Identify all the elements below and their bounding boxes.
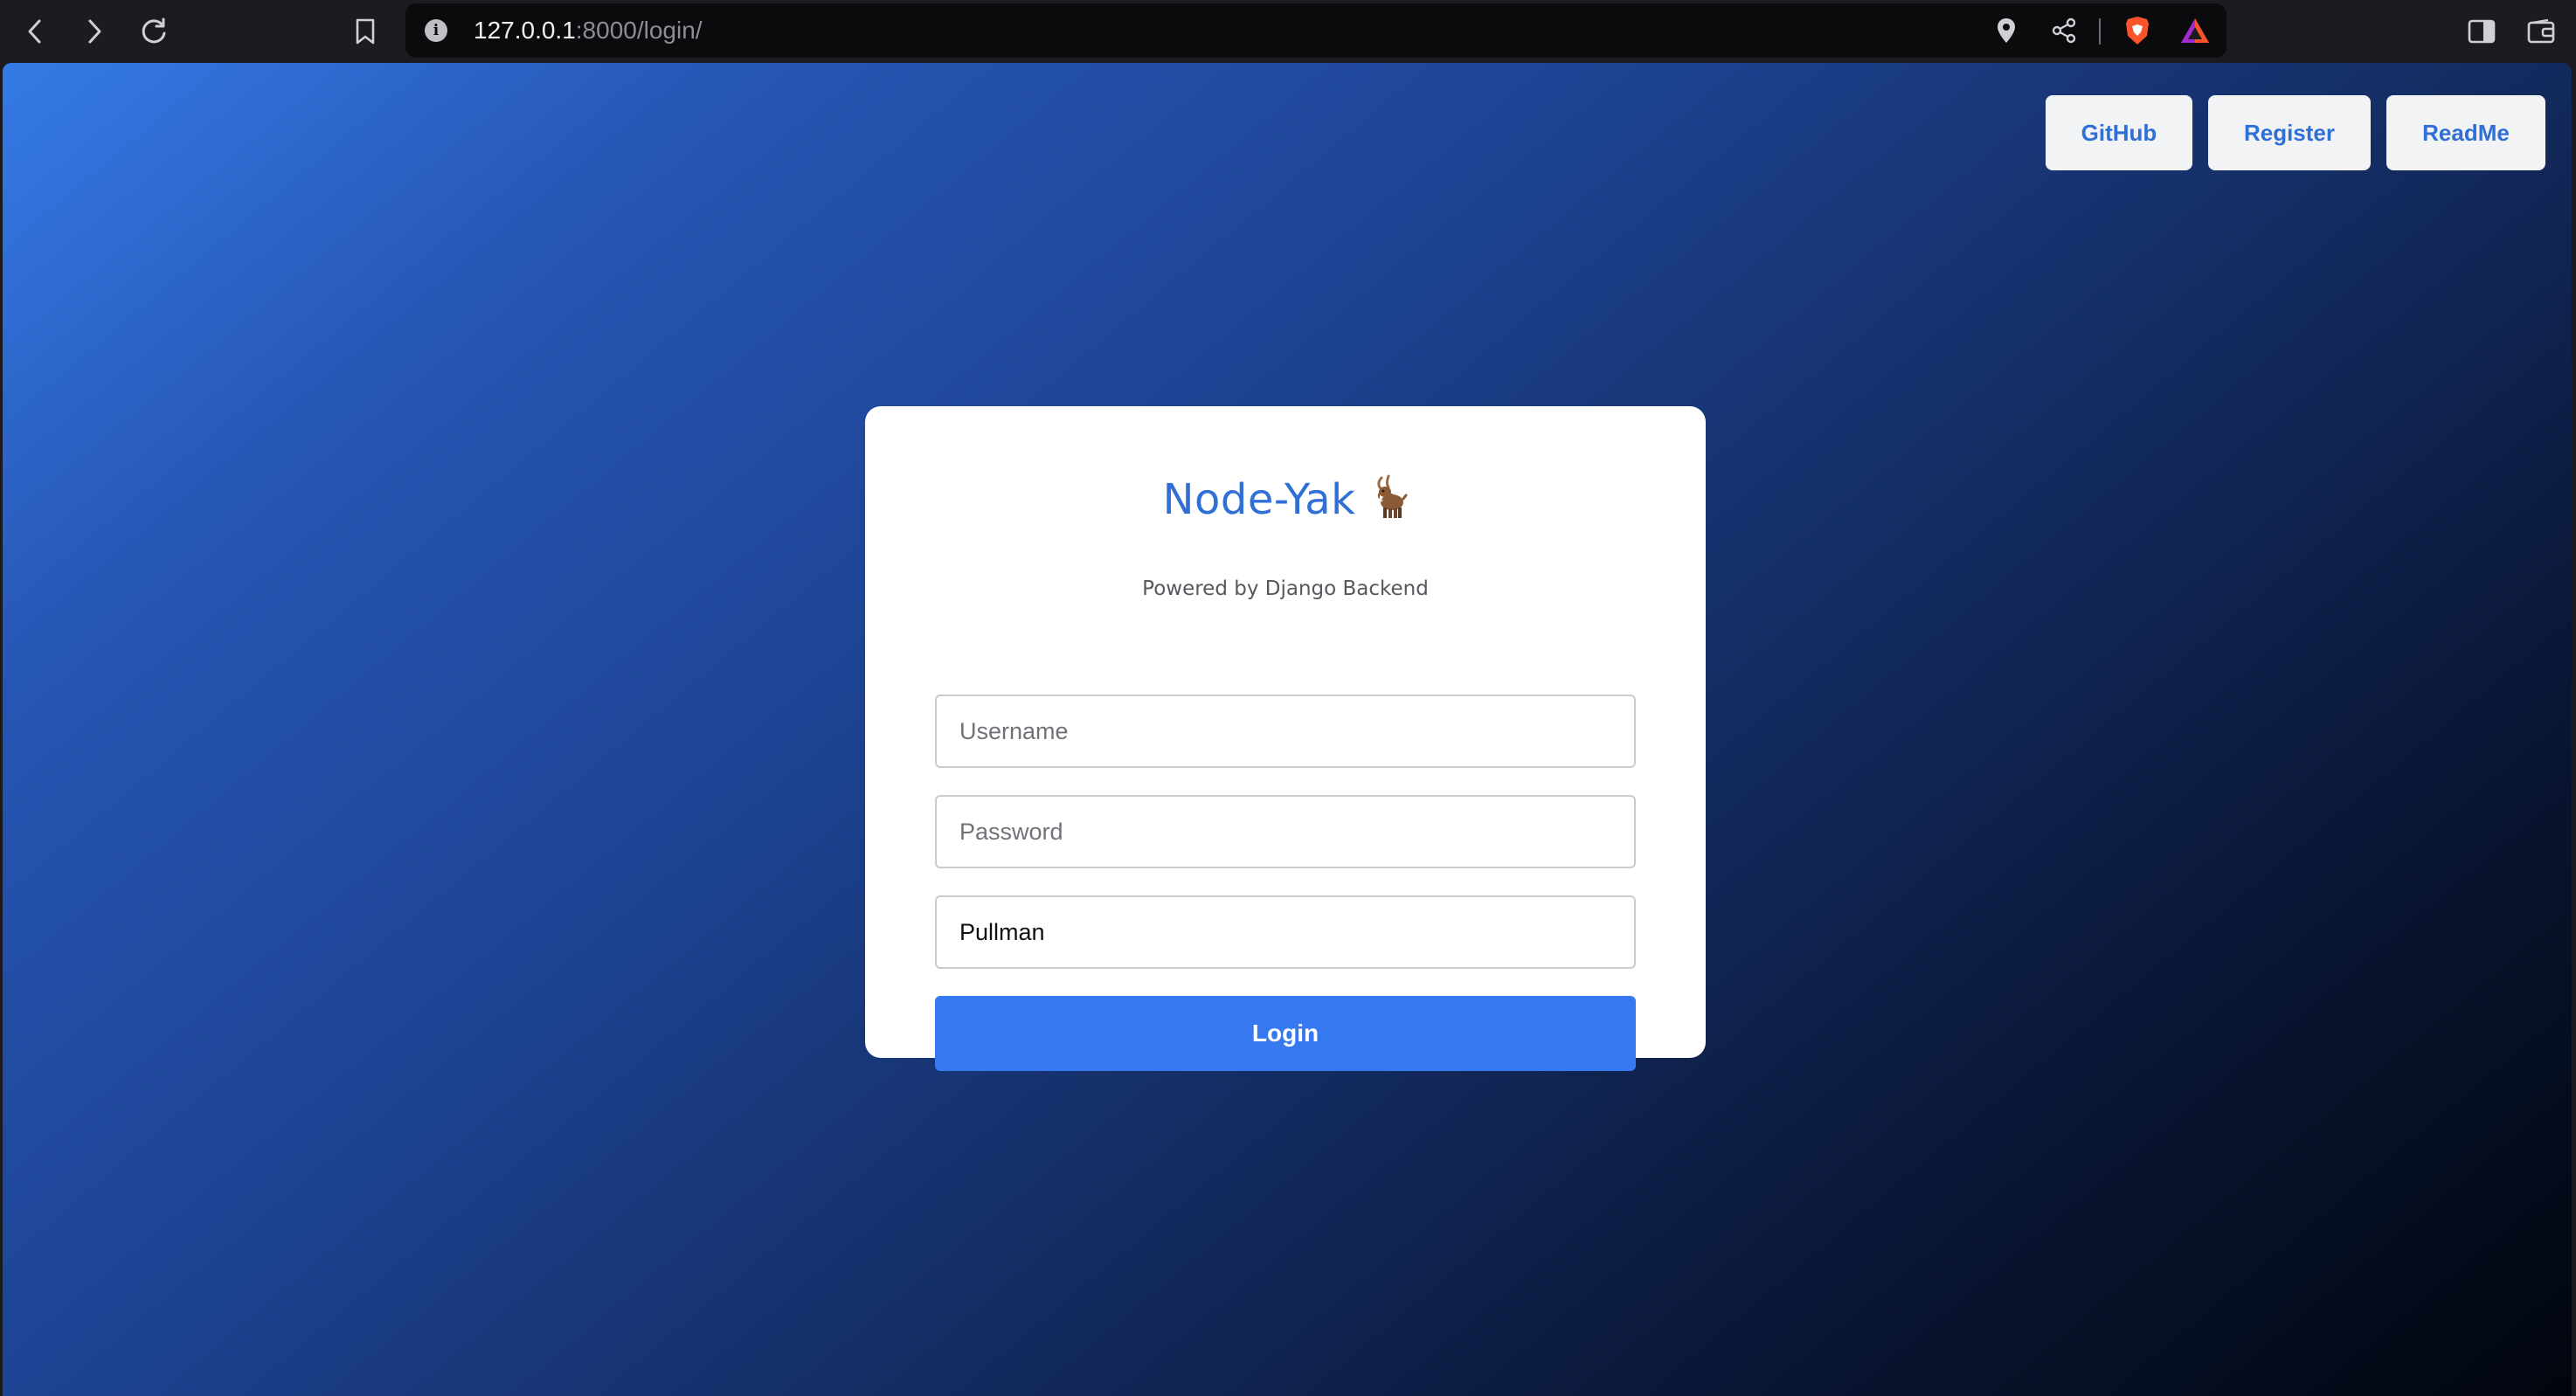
- register-button[interactable]: Register: [2208, 95, 2371, 170]
- reload-icon[interactable]: [135, 12, 173, 51]
- bookmark-icon[interactable]: [346, 12, 384, 51]
- brave-shield-icon[interactable]: [2118, 11, 2157, 50]
- card-header: Node-Yak: [865, 474, 1706, 524]
- login-card: Node-Yak Powered by Django Backend Usern…: [865, 406, 1706, 1071]
- back-arrow-icon[interactable]: [16, 12, 54, 51]
- wallet-icon[interactable]: [2522, 12, 2560, 51]
- page-viewport: GitHub Register ReadMe Node-Yak Powered …: [3, 63, 2572, 1396]
- address-bar[interactable]: i 127.0.0.1:8000/login/: [405, 3, 2226, 58]
- login-button[interactable]: Login: [935, 996, 1636, 1071]
- subtitle: Powered by Django Backend: [1142, 577, 1429, 600]
- site-info-icon[interactable]: i: [425, 19, 447, 42]
- share-icon[interactable]: [2045, 11, 2083, 50]
- readme-button[interactable]: ReadMe: [2386, 95, 2545, 170]
- url-separator: [2099, 18, 2101, 45]
- sidebar-icon[interactable]: [2462, 12, 2501, 51]
- github-button[interactable]: GitHub: [2046, 95, 2192, 170]
- goat-icon: [1369, 474, 1408, 524]
- brave-rewards-icon[interactable]: [2176, 11, 2214, 50]
- url-host: 127.0.0.1: [474, 17, 576, 44]
- browser-toolbar: i 127.0.0.1:8000/login/: [0, 0, 2576, 63]
- url-text[interactable]: 127.0.0.1:8000/login/: [474, 17, 703, 44]
- third-input[interactable]: [935, 895, 1636, 969]
- location-pin-icon[interactable]: [1987, 11, 2025, 50]
- password-input[interactable]: [935, 795, 1636, 868]
- page-title: Node-Yak: [1162, 474, 1356, 524]
- forward-arrow-icon[interactable]: [75, 12, 114, 51]
- username-input[interactable]: [935, 695, 1636, 768]
- url-path: :8000/login/: [575, 17, 703, 44]
- top-nav: GitHub Register ReadMe: [2046, 95, 2545, 170]
